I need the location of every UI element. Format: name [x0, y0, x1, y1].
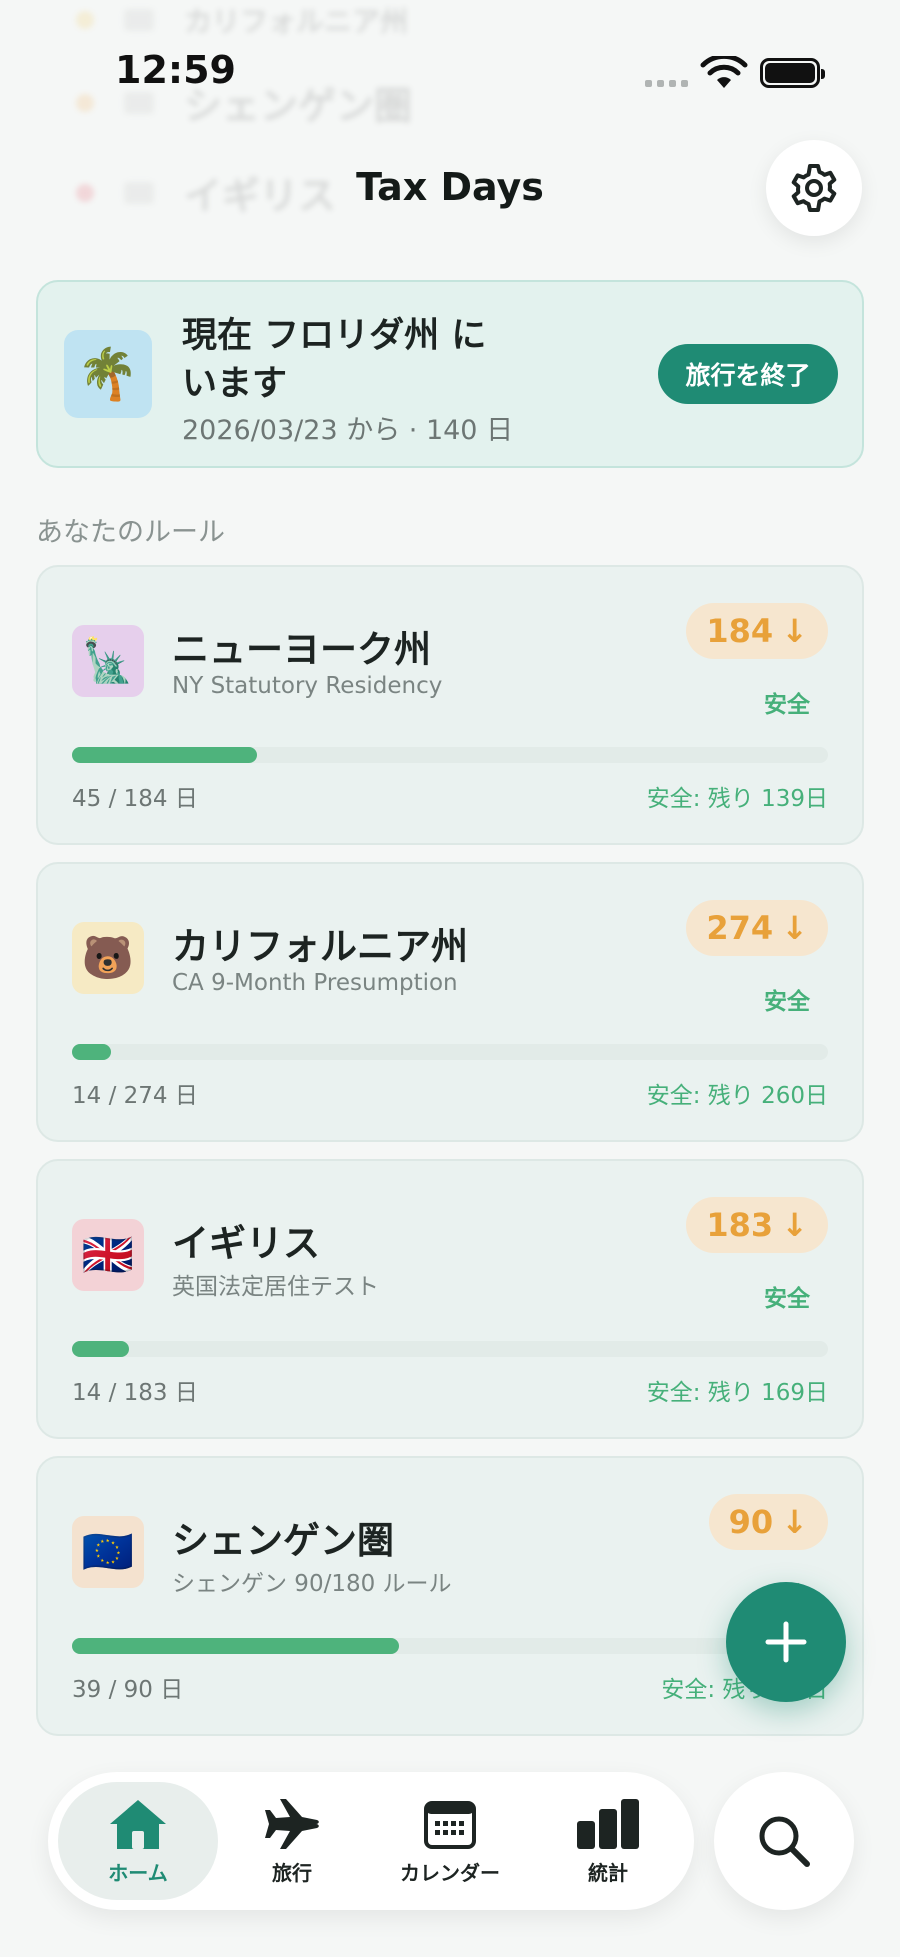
status-time: 12:59: [115, 48, 236, 92]
tab-trips[interactable]: 旅行: [212, 1782, 372, 1900]
tab-label: カレンダー: [400, 1860, 500, 1885]
airplane-icon: [265, 1798, 319, 1849]
rule-card-uk[interactable]: 🇬🇧 イギリス 英国法定居住テスト 183 ↓ 安全 14 / 183 日 安全…: [36, 1159, 864, 1439]
progress-bar: [72, 747, 828, 763]
tab-home[interactable]: ホーム: [58, 1782, 218, 1900]
status-label: 安全: [764, 1286, 810, 1312]
bar-chart-icon: [577, 1798, 639, 1849]
rule-description: シェンゲン 90/180 ルール: [172, 1571, 452, 1597]
rule-description: CA 9-Month Presumption: [172, 970, 458, 996]
tab-stats[interactable]: 統計: [528, 1782, 688, 1900]
palm-tree-icon: 🌴: [64, 330, 152, 418]
status-bar: 12:59: [0, 0, 900, 150]
limit-value: 90: [728, 1503, 774, 1541]
rule-description: NY Statutory Residency: [172, 673, 443, 699]
search-icon: [759, 1816, 810, 1867]
day-count: 45 / 184 日: [72, 786, 198, 812]
gear-icon: [791, 164, 837, 212]
day-count: 14 / 274 日: [72, 1083, 198, 1109]
status-label: 安全: [764, 989, 810, 1015]
rule-name: カリフォルニア州: [172, 925, 468, 968]
rule-card-california[interactable]: 🐻 カリフォルニア州 CA 9-Month Presumption 274 ↓ …: [36, 862, 864, 1142]
rule-name: シェンゲン圏: [172, 1519, 394, 1562]
limit-value: 184: [706, 612, 774, 650]
rule-description: 英国法定居住テスト: [172, 1274, 379, 1300]
app-title: Tax Days: [356, 165, 544, 209]
bear-icon: 🐻: [72, 922, 144, 994]
rule-name: イギリス: [172, 1222, 320, 1265]
wifi-icon: [700, 56, 748, 88]
cellular-signal-icon: [645, 80, 688, 87]
settings-button[interactable]: [766, 140, 862, 236]
arrow-down-icon: ↓: [781, 1206, 808, 1244]
calendar-icon: [424, 1800, 476, 1849]
tab-calendar[interactable]: カレンダー: [370, 1782, 530, 1900]
uk-flag-icon: 🇬🇧: [72, 1219, 144, 1291]
progress-fill: [72, 747, 258, 763]
limit-value: 274: [706, 909, 774, 947]
eu-flag-icon: 🇪🇺: [72, 1516, 144, 1588]
rule-card-new-york[interactable]: 🗽 ニューヨーク州 NY Statutory Residency 184 ↓ 安…: [36, 565, 864, 845]
progress-fill: [72, 1044, 111, 1060]
limit-value: 183: [706, 1206, 774, 1244]
arrow-down-icon: ↓: [781, 909, 808, 947]
day-count: 39 / 90 日: [72, 1677, 184, 1703]
add-trip-button[interactable]: [726, 1582, 846, 1702]
progress-fill: [72, 1341, 130, 1357]
progress-fill: [72, 1638, 400, 1654]
plus-icon: [765, 1621, 807, 1663]
search-button[interactable]: [714, 1772, 854, 1910]
remaining-days: 安全: 残り 169日: [646, 1380, 828, 1406]
arrow-down-icon: ↓: [781, 612, 808, 650]
rule-name: ニューヨーク州: [172, 628, 431, 671]
progress-bar: [72, 1638, 828, 1654]
day-count: 14 / 183 日: [72, 1380, 198, 1406]
end-trip-button[interactable]: 旅行を終了: [658, 344, 838, 404]
tab-label: ホーム: [108, 1860, 168, 1885]
progress-bar: [72, 1341, 828, 1357]
current-location-subtitle: 2026/03/23 から · 140 日: [182, 415, 514, 446]
statue-of-liberty-icon: 🗽: [72, 625, 144, 697]
rules-section-title: あなたのルール: [36, 517, 225, 548]
status-label: 安全: [764, 692, 810, 718]
rule-card-schengen[interactable]: 🇪🇺 シェンゲン圏 シェンゲン 90/180 ルール 90 ↓ 安全 39 / …: [36, 1456, 864, 1736]
tab-bar: ホーム 旅行 カレンダー 統計: [48, 1772, 694, 1910]
limit-badge: 184 ↓: [686, 603, 828, 659]
home-icon: [110, 1799, 166, 1849]
remaining-days: 安全: 残り 260日: [646, 1083, 828, 1109]
current-location-title: 現在 フロリダ州 にいます: [182, 316, 487, 404]
tab-label: 旅行: [272, 1860, 312, 1885]
limit-badge: 274 ↓: [686, 900, 828, 956]
battery-icon: [760, 58, 825, 88]
progress-bar: [72, 1044, 828, 1060]
limit-badge: 183 ↓: [686, 1197, 828, 1253]
current-location-card: 🌴 現在 フロリダ州 にいます 2026/03/23 から · 140 日 旅行…: [36, 280, 864, 468]
remaining-days: 安全: 残り 139日: [646, 786, 828, 812]
arrow-down-icon: ↓: [781, 1503, 808, 1541]
limit-badge: 90 ↓: [708, 1494, 828, 1550]
tab-label: 統計: [588, 1860, 628, 1885]
